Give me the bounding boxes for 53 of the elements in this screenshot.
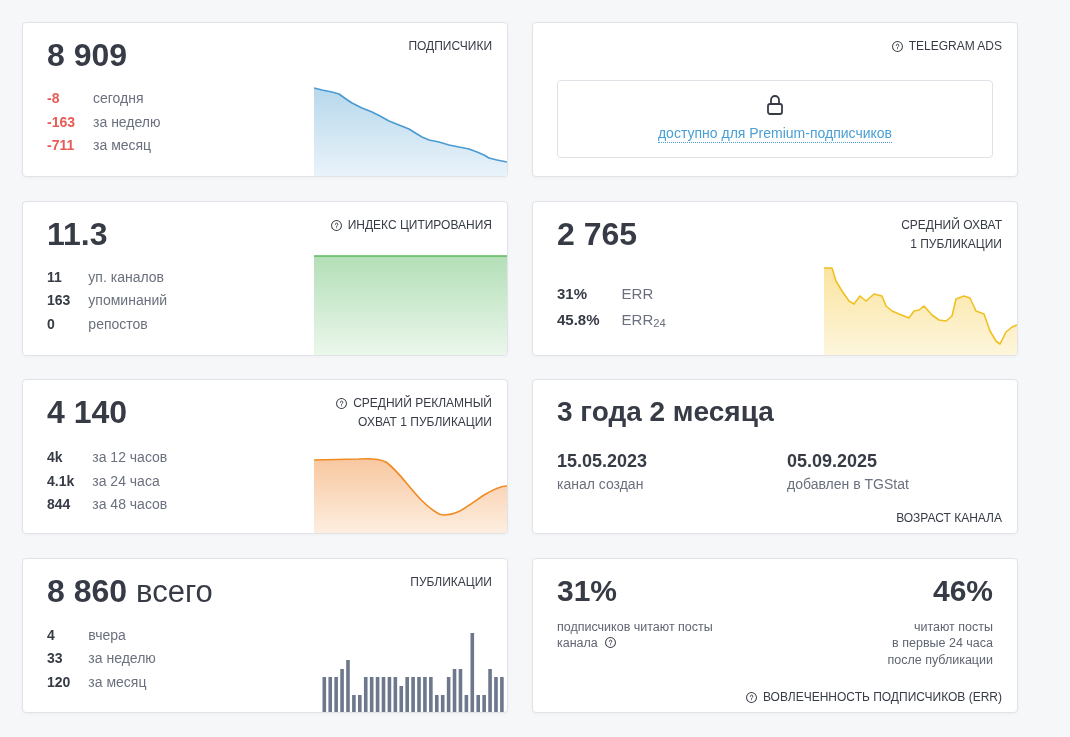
stat-value: 11 [47, 267, 62, 287]
metric-caption: подписчиков читают посты канала [557, 619, 713, 650]
stat-label: за 48 часов [92, 495, 168, 514]
card-title: СРЕДНИЙ РЕКЛАМНЫЙ ОХВАТ 1 ПУБЛИКАЦИИ [353, 394, 492, 431]
big-number: 2 765 [557, 215, 638, 252]
stat-label: за неделю [93, 112, 161, 132]
stat-label: за неделю [88, 649, 156, 668]
stat-value: -163 [47, 112, 76, 132]
premium-link[interactable]: доступно для Premium-подписчиков [657, 125, 893, 143]
big-number: 8 860 [47, 572, 128, 609]
stat-label: за месяц [88, 672, 147, 692]
date-label: канал создан [557, 475, 644, 494]
big-number: 4 140 [47, 394, 128, 430]
stat-label: репостов [88, 314, 148, 334]
stat-value: 844 [47, 495, 71, 514]
stat-value: -8 [47, 89, 60, 108]
big-number: 8 909 [47, 37, 128, 73]
date-value: 15.05.2023 [557, 450, 648, 473]
date-value: 05.09.2025 [787, 450, 878, 473]
card-title: СРЕДНИЙ ОХВАТ 1 ПУБЛИКАЦИИ [901, 216, 1002, 253]
stat-value: -711 [47, 136, 75, 155]
big-number: 11.3 [47, 215, 108, 252]
big-number: 3 года 2 месяца [557, 395, 774, 429]
stat-value: 31% [557, 283, 588, 304]
stat-value: 4 [47, 625, 55, 645]
stat-label: вчера [88, 625, 126, 645]
big-number: 46% [932, 572, 993, 609]
stat-label: ERR [621, 283, 654, 304]
date-label: добавлен в TGStat [787, 475, 909, 494]
unit-label: всего [136, 573, 213, 609]
stat-label: сегодня [93, 89, 144, 108]
stat-value: 4k [47, 448, 63, 467]
stat-value: 0 [47, 314, 55, 334]
card-title: ПУБЛИКАЦИИ [410, 573, 492, 591]
stat-value: 33 [47, 649, 63, 668]
card-title: ВОВЛЕЧЕННОСТЬ ПОДПИСЧИКОВ (ERR) [763, 688, 1002, 706]
stat-label: уп. каналов [88, 267, 164, 287]
card-title: ВОЗРАСТ КАНАЛА [896, 510, 1002, 527]
stat-value: 163 [47, 291, 71, 310]
stat-value: 120 [47, 672, 71, 692]
card-title: ИНДЕКС ЦИТИРОВАНИЯ [347, 216, 492, 234]
stat-label: за месяц [93, 136, 152, 155]
card-title: ПОДПИСЧИКИ [408, 38, 492, 55]
stat-label: ERR$_{24}$ [621, 309, 666, 332]
stat-value: 45.8% [557, 309, 600, 330]
stat-label: упоминаний [88, 291, 168, 310]
metric-caption: читают посты в первые 24 часа после публикации [887, 619, 993, 667]
card-title: TELEGRAM ADS [908, 38, 1002, 55]
lock-icon [767, 95, 783, 115]
stat-value: 4.1k [47, 471, 75, 491]
big-number: 31% [557, 572, 618, 609]
stat-label: за 24 часа [92, 471, 160, 491]
stat-label: за 12 часов [92, 448, 168, 467]
